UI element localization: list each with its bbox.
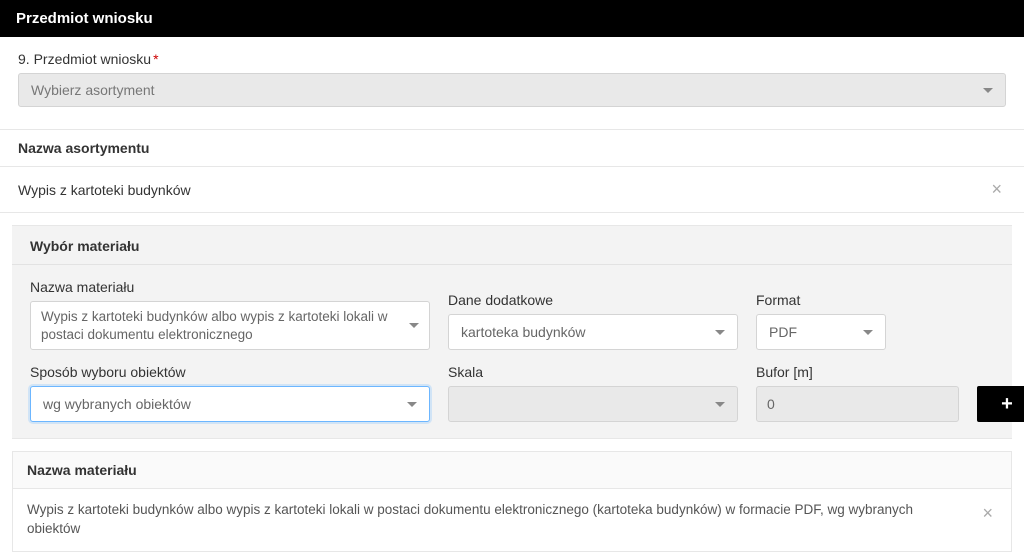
material-name-label: Nazwa materiału	[30, 279, 430, 295]
summary-text: Wypis z kartoteki budynków albo wypis z …	[27, 501, 962, 539]
col-skala: Skala	[448, 364, 738, 422]
chevron-down-icon	[409, 323, 419, 328]
material-row-2: Sposób wyboru obiektów wg wybranych obie…	[12, 350, 1012, 422]
field9-label: 9. Przedmiot wniosku*	[18, 51, 1006, 67]
dane-select[interactable]: kartoteka budynków	[448, 314, 738, 350]
col-add: +	[977, 386, 1024, 422]
format-select[interactable]: PDF	[756, 314, 886, 350]
content-top: 9. Przedmiot wniosku* Wybierz asortyment	[0, 37, 1024, 113]
format-label: Format	[756, 292, 886, 308]
chevron-down-icon	[715, 402, 725, 407]
material-name-select[interactable]: Wypis z kartoteki budynków albo wypis z …	[30, 301, 430, 350]
header-bar: Przedmiot wniosku	[0, 0, 1024, 37]
material-panel: Wybór materiału Nazwa materiału Wypis z …	[12, 225, 1012, 439]
chevron-down-icon	[863, 330, 873, 335]
summary-row: Wypis z kartoteki budynków albo wypis z …	[13, 489, 1011, 551]
col-bufor: Bufor [m]	[756, 364, 959, 422]
chevron-down-icon	[983, 88, 993, 93]
material-panel-title: Wybór materiału	[12, 238, 1012, 265]
summary-section: Nazwa materiału Wypis z kartoteki budynk…	[12, 451, 1012, 552]
sposob-value: wg wybranych obiektów	[43, 396, 191, 412]
assortment-section-label: Nazwa asortymentu	[0, 129, 1024, 167]
add-button[interactable]: +	[977, 386, 1024, 422]
col-sposob: Sposób wyboru obiektów wg wybranych obie…	[30, 364, 430, 422]
skala-select	[448, 386, 738, 422]
assortment-row: Wypis z kartoteki budynków ×	[0, 167, 1024, 213]
format-value: PDF	[769, 324, 797, 340]
summary-section-label: Nazwa materiału	[13, 452, 1011, 489]
bufor-label: Bufor [m]	[756, 364, 959, 380]
col-format: Format PDF	[756, 292, 886, 350]
required-asterisk: *	[153, 51, 158, 67]
assortment-select[interactable]: Wybierz asortyment	[18, 73, 1006, 107]
material-name-value: Wypis z kartoteki budynków albo wypis z …	[41, 308, 401, 343]
material-row-1: Nazwa materiału Wypis z kartoteki budynk…	[12, 265, 1012, 350]
assortment-placeholder: Wybierz asortyment	[31, 82, 155, 98]
dane-label: Dane dodatkowe	[448, 292, 738, 308]
plus-icon: +	[1001, 393, 1013, 416]
sposob-select[interactable]: wg wybranych obiektów	[30, 386, 430, 422]
skala-label: Skala	[448, 364, 738, 380]
assortment-name: Wypis z kartoteki budynków	[18, 182, 191, 198]
col-material-name: Nazwa materiału Wypis z kartoteki budynk…	[30, 279, 430, 350]
chevron-down-icon	[407, 402, 417, 407]
chevron-down-icon	[715, 330, 725, 335]
bufor-input	[756, 386, 959, 422]
dane-value: kartoteka budynków	[461, 324, 586, 340]
sposob-label: Sposób wyboru obiektów	[30, 364, 430, 380]
col-dane: Dane dodatkowe kartoteka budynków	[448, 292, 738, 350]
close-icon[interactable]: ×	[987, 179, 1006, 200]
header-title: Przedmiot wniosku	[16, 10, 153, 27]
